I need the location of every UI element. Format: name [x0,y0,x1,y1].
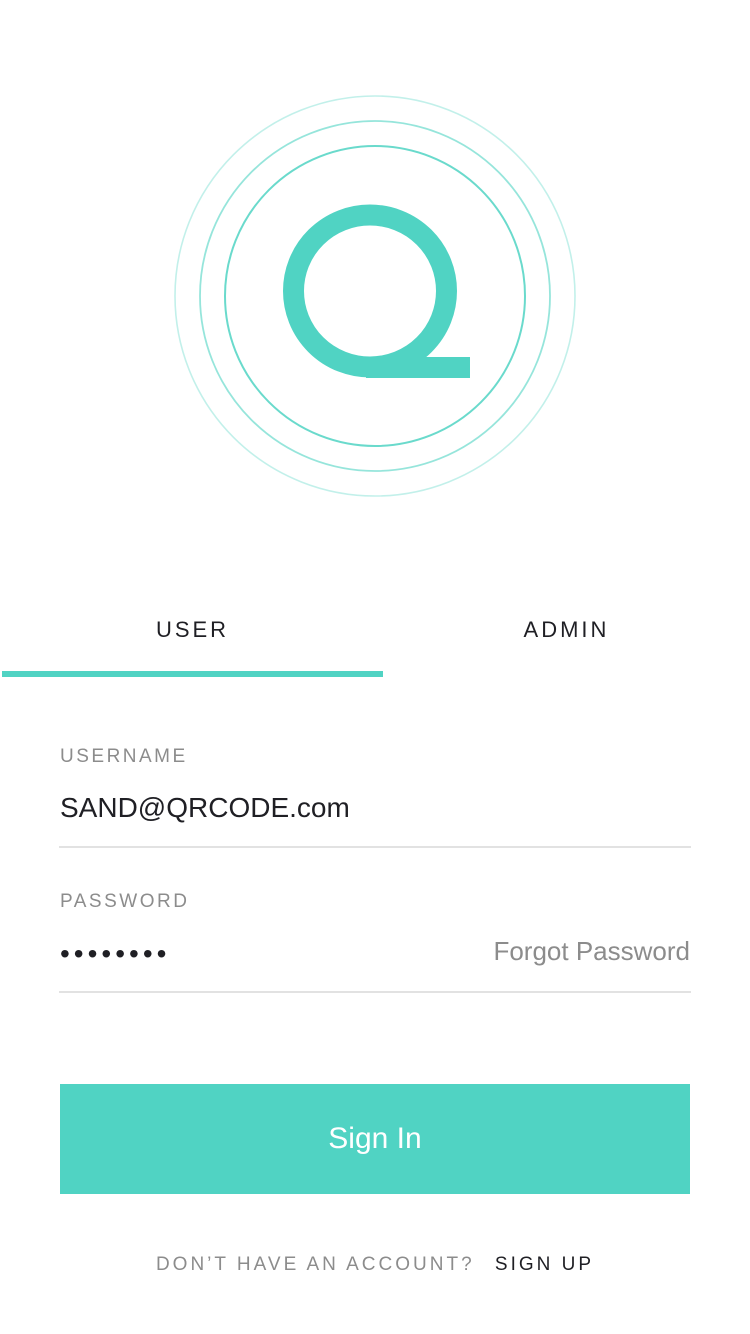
signup-row: DON’T HAVE AN ACCOUNT? SIGN UP [0,1254,750,1276]
sign-up-link[interactable]: SIGN UP [495,1254,594,1275]
qr-logo-icon [174,95,576,497]
username-label: USERNAME [60,746,188,767]
username-divider [59,846,691,848]
logo-letter [283,204,470,378]
username-field[interactable] [60,788,690,828]
password-field[interactable] [60,932,460,976]
tab-admin[interactable]: ADMIN [383,600,750,662]
forgot-password-link[interactable]: Forgot Password [493,936,690,967]
password-divider [59,991,691,993]
password-label: PASSWORD [60,891,190,912]
signup-prompt: DON’T HAVE AN ACCOUNT? [155,1254,475,1275]
app-logo [170,91,580,501]
role-tabs: USER ADMIN [0,600,750,680]
active-tab-indicator [2,671,383,677]
tab-user[interactable]: USER [2,600,383,662]
sign-in-button[interactable]: Sign In [60,1084,690,1194]
